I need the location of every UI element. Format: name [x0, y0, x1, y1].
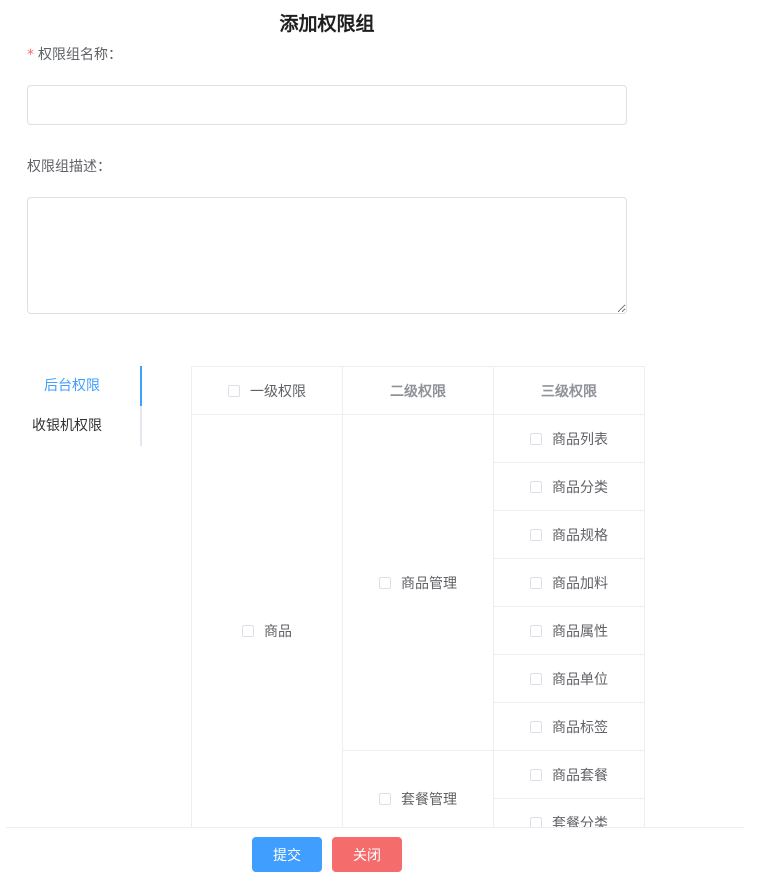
level1-item-goods[interactable]: 商品 [242, 621, 292, 641]
add-permission-group-dialog: 添加权限组 * 权限组名称： 权限组描述： 后台权限 收银机权限 一级权限 二级权… [0, 0, 771, 876]
checkbox[interactable] [530, 720, 542, 733]
header-level1-label: 一级权限 [250, 383, 306, 400]
level3-item[interactable]: 商品加料 [530, 573, 608, 593]
select-all-checkbox[interactable] [228, 384, 240, 397]
level3-cell: 商品单位 [493, 654, 645, 703]
dialog-title: 添加权限组 [279, 13, 375, 35]
group-desc-textarea[interactable] [27, 197, 627, 314]
checkbox[interactable] [530, 528, 542, 541]
group-desc-label: 权限组描述： [27, 159, 111, 175]
checkbox[interactable] [530, 768, 542, 781]
table-row: 商品 商品管理 商品列表 [191, 414, 645, 847]
checkbox[interactable] [530, 624, 542, 637]
level3-label: 商品规格 [552, 527, 608, 544]
level3-label: 商品加料 [552, 575, 608, 592]
checkbox[interactable] [242, 624, 254, 637]
header-level1-wrap[interactable]: 一级权限 [228, 381, 306, 401]
level2-item-goods-manage[interactable]: 商品管理 [379, 573, 457, 593]
level1-cell-goods: 商品 [191, 414, 343, 847]
group-name-label-row: * 权限组名称： [27, 45, 122, 65]
group-name-input[interactable] [27, 85, 627, 125]
header-level2: 二级权限 [342, 366, 494, 415]
checkbox[interactable] [530, 432, 542, 445]
level1-label: 商品 [264, 623, 292, 640]
permission-table: 一级权限 二级权限 三级权限 商品 商品管理 商品列表 商品分类 商品规格 商品… [191, 366, 645, 847]
tab-backend-permission[interactable]: 后台权限 [20, 366, 142, 406]
required-mark: * [27, 47, 34, 63]
level2-cell-goods-manage: 商品管理 [342, 414, 494, 751]
header-level1: 一级权限 [191, 366, 343, 415]
level3-item[interactable]: 商品单位 [530, 669, 608, 689]
level3-cell: 商品标签 [493, 702, 645, 751]
level3-label: 商品标签 [552, 719, 608, 736]
dialog-footer: 提交 关闭 [6, 827, 744, 876]
level3-cell: 商品列表 [493, 414, 645, 463]
level2-label: 套餐管理 [401, 791, 457, 808]
level3-cell: 商品规格 [493, 510, 645, 559]
level3-item[interactable]: 商品列表 [530, 429, 608, 449]
close-button[interactable]: 关闭 [332, 837, 402, 872]
level3-item[interactable]: 商品套餐 [530, 765, 608, 785]
level2-item-package-manage[interactable]: 套餐管理 [379, 789, 457, 809]
level3-label: 商品单位 [552, 671, 608, 688]
level3-item[interactable]: 商品规格 [530, 525, 608, 545]
level3-cell: 商品套餐 [493, 750, 645, 799]
level3-label: 商品套餐 [552, 767, 608, 784]
level3-label: 商品属性 [552, 623, 608, 640]
level3-cell: 商品分类 [493, 462, 645, 511]
level3-cell: 商品加料 [493, 558, 645, 607]
level3-item[interactable]: 商品标签 [530, 717, 608, 737]
checkbox[interactable] [530, 480, 542, 493]
level3-item[interactable]: 商品属性 [530, 621, 608, 641]
table-header-row: 一级权限 二级权限 三级权限 [191, 366, 645, 415]
tab-cashier-permission[interactable]: 收银机权限 [20, 406, 142, 446]
level3-label: 商品分类 [552, 479, 608, 496]
group-name-label: 权限组名称： [38, 47, 122, 63]
level3-cell: 商品属性 [493, 606, 645, 655]
submit-button[interactable]: 提交 [252, 837, 322, 872]
permission-tabs: 后台权限 收银机权限 [20, 366, 142, 446]
checkbox[interactable] [379, 576, 391, 589]
level2-label: 商品管理 [401, 575, 457, 592]
level3-item[interactable]: 商品分类 [530, 477, 608, 497]
header-level3: 三级权限 [493, 366, 645, 415]
checkbox[interactable] [530, 576, 542, 589]
level3-label: 商品列表 [552, 431, 608, 448]
checkbox[interactable] [530, 672, 542, 685]
checkbox[interactable] [379, 792, 391, 805]
